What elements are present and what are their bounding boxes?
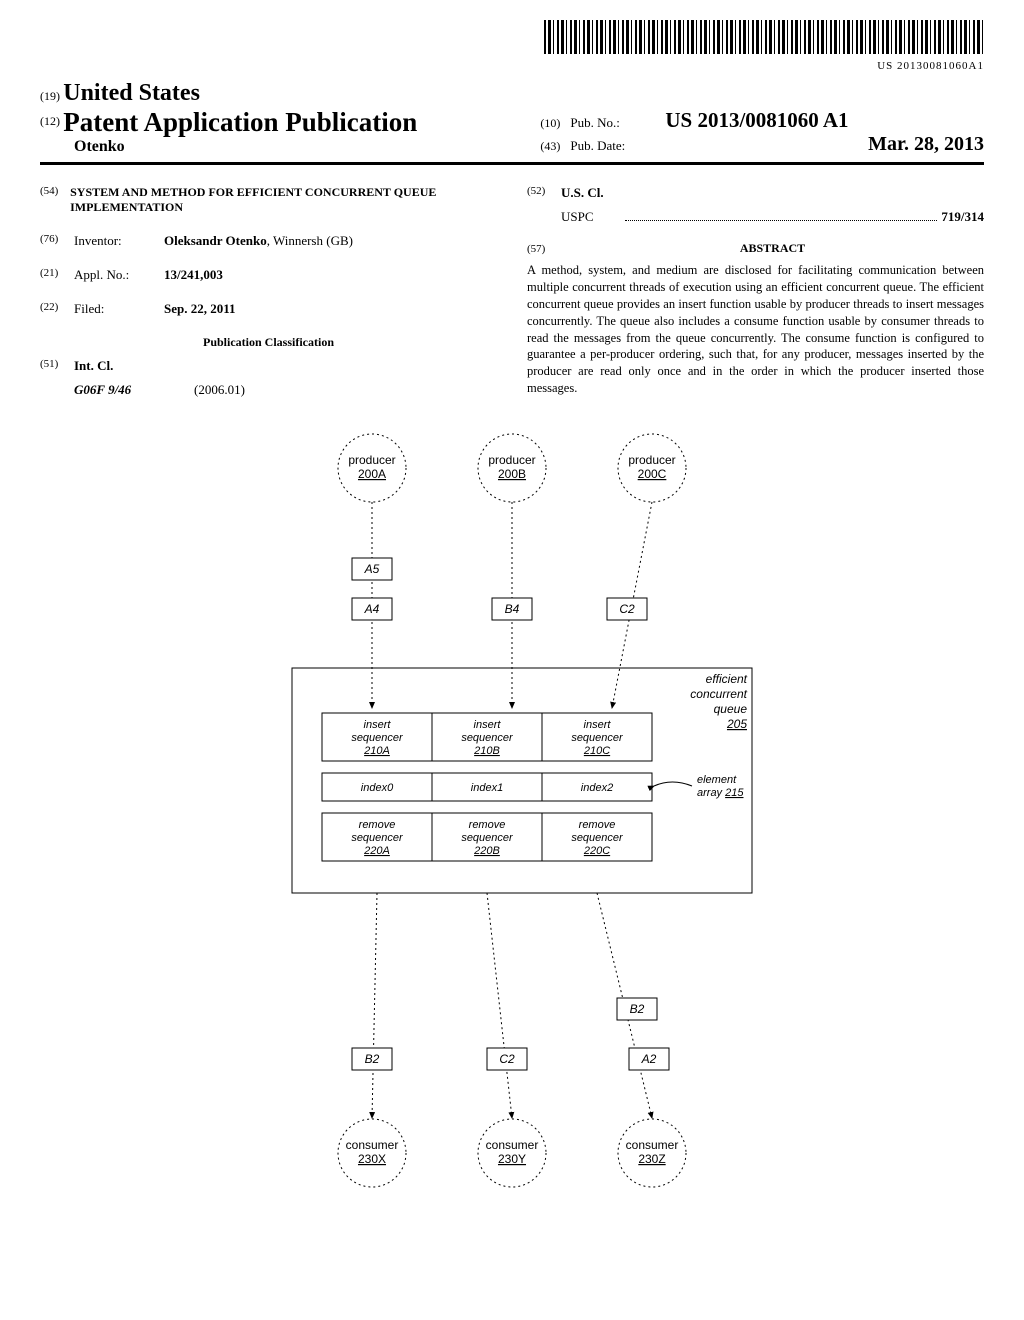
svg-text:220A: 220A — [363, 845, 390, 857]
inventor-value: Oleksandr Otenko, Winnersh (GB) — [164, 233, 497, 249]
code-10: (10) — [540, 116, 570, 131]
svg-text:sequencer: sequencer — [571, 732, 624, 744]
svg-text:index0: index0 — [361, 782, 394, 794]
inventor-location: , Winnersh (GB) — [267, 233, 353, 248]
publication-type: Patent Application Publication — [63, 107, 417, 137]
intcl-code: G06F 9/46 — [74, 382, 194, 398]
header-right: (10) Pub. No.: US 2013/0081060 A1 (43) P… — [530, 108, 984, 156]
consumer-z-label: consumer — [626, 1138, 679, 1152]
queue-label-2: concurrent — [690, 687, 747, 701]
producer-b-id: 200B — [498, 467, 526, 481]
header-row: (19) United States (12) Patent Applicati… — [40, 80, 984, 156]
svg-text:sequencer: sequencer — [351, 732, 404, 744]
svg-text:210C: 210C — [583, 745, 610, 757]
consumer-z-id: 230Z — [638, 1152, 665, 1166]
applno-label: Appl. No.: — [74, 267, 164, 283]
svg-text:210A: 210A — [363, 745, 390, 757]
header-left: (19) United States (12) Patent Applicati… — [40, 80, 530, 156]
abstract-body: A method, system, and medium are disclos… — [527, 262, 984, 397]
inventor-lastname: Otenko — [74, 138, 125, 155]
pubdate-label: Pub. Date: — [570, 138, 665, 154]
left-column: (54) SYSTEM AND METHOD FOR EFFICIENT CON… — [40, 177, 497, 398]
uspc-label: USPC — [561, 209, 621, 225]
filed-label: Filed: — [74, 301, 164, 317]
invention-title: SYSTEM AND METHOD FOR EFFICIENT CONCURRE… — [70, 185, 497, 215]
msg-b4: B4 — [505, 602, 520, 616]
code-51: (51) — [40, 358, 74, 374]
msg-a2: A2 — [641, 1052, 657, 1066]
producer-c-id: 200C — [638, 467, 667, 481]
applno-value: 13/241,003 — [164, 267, 223, 282]
code-12: (12) — [40, 114, 60, 128]
msg-b2b: B2 — [630, 1002, 645, 1016]
intcl-label: Int. Cl. — [74, 358, 113, 373]
msg-a4: A4 — [364, 602, 380, 616]
svg-text:insert: insert — [584, 719, 612, 731]
svg-text:index2: index2 — [581, 782, 613, 794]
country: United States — [63, 80, 200, 106]
svg-text:remove: remove — [579, 819, 616, 831]
barcode-area: US 20130081060A1 — [40, 20, 984, 72]
element-array-label-1: element — [697, 774, 737, 786]
queue-id: 205 — [726, 717, 747, 731]
biblio-columns: (54) SYSTEM AND METHOD FOR EFFICIENT CON… — [40, 177, 984, 398]
producer-a-label: producer — [348, 453, 395, 467]
svg-text:sequencer: sequencer — [461, 832, 514, 844]
right-column: (52) U.S. Cl. USPC 719/314 (57) ABSTRACT… — [527, 177, 984, 398]
msg-c2b: C2 — [499, 1052, 515, 1066]
svg-text:insert: insert — [364, 719, 392, 731]
code-19: (19) — [40, 89, 60, 103]
svg-text:sequencer: sequencer — [461, 732, 514, 744]
barcode-graphic — [544, 20, 984, 54]
code-22: (22) — [40, 301, 74, 317]
svg-text:sequencer: sequencer — [351, 832, 404, 844]
code-57: (57) — [527, 243, 561, 255]
pubno-label: Pub. No.: — [570, 115, 665, 131]
msg-b2a: B2 — [365, 1052, 380, 1066]
consumer-x-label: consumer — [346, 1138, 399, 1152]
figure: producer 200A producer 200B producer 200… — [40, 428, 984, 1228]
pubno-value: US 2013/0081060 A1 — [665, 108, 848, 133]
barcode-number: US 20130081060A1 — [40, 60, 984, 72]
uscl-label: U.S. Cl. — [561, 185, 604, 200]
svg-text:220C: 220C — [583, 845, 610, 857]
svg-text:array 215: array 215 — [697, 787, 744, 799]
svg-text:sequencer: sequencer — [571, 832, 624, 844]
producer-a-id: 200A — [358, 467, 386, 481]
filed-value: Sep. 22, 2011 — [164, 301, 236, 316]
dot-leader — [625, 210, 937, 221]
svg-text:remove: remove — [469, 819, 506, 831]
svg-text:220B: 220B — [473, 845, 500, 857]
consumer-x-id: 230X — [358, 1152, 386, 1166]
svg-text:insert: insert — [474, 719, 502, 731]
svg-text:index1: index1 — [471, 782, 503, 794]
svg-text:remove: remove — [359, 819, 396, 831]
msg-c2: C2 — [619, 602, 635, 616]
code-43: (43) — [540, 139, 570, 154]
intcl-date: (2006.01) — [194, 382, 245, 398]
inventor-name: Oleksandr Otenko — [164, 233, 267, 248]
queue-label-1: efficient — [706, 672, 748, 686]
pubdate-value: Mar. 28, 2013 — [868, 133, 984, 156]
code-21: (21) — [40, 267, 74, 283]
queue-label-3: queue — [714, 702, 748, 716]
producer-c-label: producer — [628, 453, 675, 467]
uspc-value: 719/314 — [941, 209, 984, 225]
code-54: (54) — [40, 185, 70, 215]
svg-text:210B: 210B — [473, 745, 500, 757]
code-76: (76) — [40, 233, 74, 249]
figure-svg: producer 200A producer 200B producer 200… — [192, 428, 832, 1228]
code-52: (52) — [527, 185, 561, 201]
abstract-heading: ABSTRACT — [561, 241, 984, 256]
producer-b-label: producer — [488, 453, 535, 467]
consumer-y-label: consumer — [486, 1138, 539, 1152]
consumer-y-id: 230Y — [498, 1152, 526, 1166]
msg-a5: A5 — [364, 562, 380, 576]
header-divider — [40, 162, 984, 165]
inventor-label: Inventor: — [74, 233, 164, 249]
pubclass-heading: Publication Classification — [40, 335, 497, 350]
